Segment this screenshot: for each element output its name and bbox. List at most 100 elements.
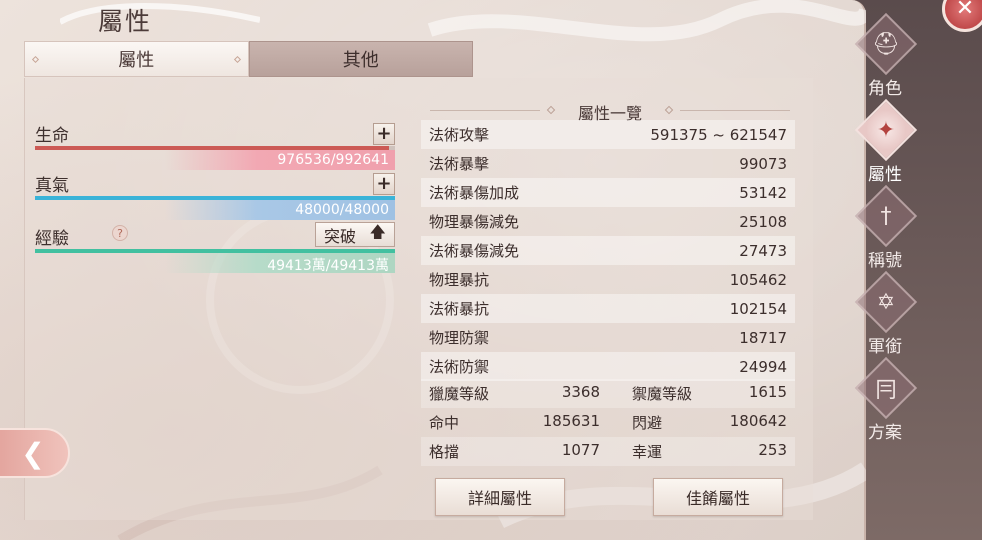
hp-label: 生命 xyxy=(35,126,69,146)
attribute-cell: 獵魔等級 3368 xyxy=(421,383,608,404)
title-ornament xyxy=(60,3,260,25)
tab-label: 其他 xyxy=(342,50,379,71)
character-panel: 屬性 屬性 其他 生命 + 976536/992641 真氣 + 48000/4… xyxy=(0,0,866,540)
attribute-value: 18717 xyxy=(739,328,787,347)
attribute-value: 102154 xyxy=(729,299,787,318)
nav-item-label: 角色 xyxy=(868,79,902,99)
attribute-row: 法術攻擊 591375 ~ 621547 xyxy=(421,120,795,149)
nav-item-label: 稱號 xyxy=(868,251,902,271)
back-button[interactable]: ❮ xyxy=(0,428,70,478)
close-icon: ✕ xyxy=(955,0,975,21)
attribute-cell: 閃避 180642 xyxy=(608,412,795,433)
xp-label: 經驗 xyxy=(35,229,69,249)
tab-other[interactable]: 其他 xyxy=(248,41,473,77)
helmet-icon: ⛑ xyxy=(872,31,900,57)
breakthrough-button[interactable]: 突破 🡅 xyxy=(315,222,395,247)
attribute-value: 105462 xyxy=(729,270,787,289)
breakthrough-label: 突破 xyxy=(324,226,357,246)
attribute-name: 法術暴傷加成 xyxy=(429,184,520,202)
up-arrow-icon: 🡅 xyxy=(369,222,386,241)
attribute-value: 253 xyxy=(758,441,787,459)
attribute-value: 1615 xyxy=(748,383,787,401)
attribute-name: 獵魔等級 xyxy=(429,385,490,403)
attribute-name: 物理防禦 xyxy=(429,329,490,347)
close-button[interactable]: ✕ xyxy=(942,0,982,32)
attribute-name: 法術暴擊 xyxy=(429,155,490,173)
header-ornament xyxy=(546,105,556,115)
tab-ornament xyxy=(31,55,40,64)
xp-value: 49413萬/49413萬 xyxy=(165,253,395,274)
attribute-row: 物理暴傷減免 25108 xyxy=(421,207,795,236)
nav-item-label: 屬性 xyxy=(868,165,902,185)
attribute-cell: 格擋 1077 xyxy=(421,441,608,462)
attribute-name: 法術攻擊 xyxy=(429,126,490,144)
detail-attributes-button[interactable]: 詳細屬性 xyxy=(435,478,565,516)
attribute-cell: 幸運 253 xyxy=(608,441,795,462)
attribute-value: 53142 xyxy=(739,183,787,202)
attribute-emblem-icon: ✦ xyxy=(876,117,896,143)
attribute-list: 法術攻擊 591375 ~ 621547 法術暴擊 99073 法術暴傷加成 53142 物… xyxy=(421,120,795,381)
cuisine-attributes-button[interactable]: 佳餚屬性 xyxy=(653,478,783,516)
hp-add-button[interactable]: + xyxy=(373,123,395,145)
tab-ornament xyxy=(233,55,241,64)
header-ornament xyxy=(664,105,674,115)
attribute-row: 物理防禦 18717 xyxy=(421,323,795,352)
rank-star-icon: ✡ xyxy=(876,289,896,315)
detail-attributes-label: 詳細屬性 xyxy=(467,489,532,508)
attribute-value: 185631 xyxy=(542,412,600,430)
attribute-name: 物理暴抗 xyxy=(429,271,490,289)
attribute-name: 格擋 xyxy=(429,443,460,461)
attribute-value: 3368 xyxy=(561,383,600,401)
attribute-value: 591375 ~ 621547 xyxy=(650,125,787,144)
attribute-name: 閃避 xyxy=(632,414,663,432)
header-divider xyxy=(430,110,540,111)
attribute-value: 24994 xyxy=(739,357,787,376)
title-sword-icon: † xyxy=(880,203,892,229)
attribute-name: 命中 xyxy=(429,414,460,432)
nav-item-0[interactable]: ⛑ 角色 xyxy=(850,12,920,102)
nav-item-4[interactable]: 冃方案 xyxy=(850,356,920,446)
attribute-cell: 禦魔等級 1615 xyxy=(608,383,795,404)
cuisine-attributes-label: 佳餚屬性 xyxy=(685,489,750,508)
attribute-name: 法術暴抗 xyxy=(429,300,490,318)
attribute-name: 法術暴傷減免 xyxy=(429,242,520,260)
mp-add-button[interactable]: + xyxy=(373,173,395,195)
mp-value: 48000/48000 xyxy=(165,200,395,220)
attribute-name: 物理暴傷減免 xyxy=(429,213,520,231)
attribute-row: 法術暴抗 102154 xyxy=(421,294,795,323)
tab-attributes[interactable]: 屬性 xyxy=(24,41,249,77)
game-screen: 屬性 屬性 其他 生命 + 976536/992641 真氣 + 48000/4… xyxy=(0,0,982,540)
attribute-name: 法術防禦 xyxy=(429,358,490,376)
question-icon[interactable]: ? xyxy=(112,225,128,241)
attribute-value: 25108 xyxy=(739,212,787,231)
attribute-value: 180642 xyxy=(729,412,787,430)
hp-value: 976536/992641 xyxy=(165,150,395,170)
attribute-value: 1077 xyxy=(561,441,600,459)
scheme-icon: 冃 xyxy=(874,378,897,403)
attribute-row: 物理暴抗 105462 xyxy=(421,265,795,294)
header-divider xyxy=(680,110,790,111)
nav-item-3[interactable]: ✡ 軍銜 xyxy=(850,270,920,360)
back-arrow-icon: ❮ xyxy=(21,436,45,470)
tab-bar: 屬性 其他 xyxy=(24,41,473,77)
attribute-value: 99073 xyxy=(739,154,787,173)
nav-item-1[interactable]: ✦ 屬性 xyxy=(850,98,920,188)
attribute-name: 禦魔等級 xyxy=(632,385,693,403)
attribute-grid-row: 格擋 1077 幸運 253 xyxy=(421,437,795,466)
attribute-name: 幸運 xyxy=(632,443,663,461)
attribute-row: 法術暴傷減免 27473 xyxy=(421,236,795,265)
tab-label: 屬性 xyxy=(118,50,155,71)
attribute-row: 法術防禦 24994 xyxy=(421,352,795,381)
attribute-cell: 命中 185631 xyxy=(421,412,608,433)
attribute-grid-row: 命中 185631 閃避 180642 xyxy=(421,408,795,437)
mp-label: 真氣 xyxy=(35,176,69,196)
attribute-grid: 獵魔等級 3368 禦魔等級 1615 命中 185631 閃避 180642 格擋 1077 幸運… xyxy=(421,379,795,466)
attribute-value: 27473 xyxy=(739,241,787,260)
nav-item-label: 方案 xyxy=(868,423,902,443)
page-title: 屬性 xyxy=(98,7,153,36)
attribute-row: 法術暴傷加成 53142 xyxy=(421,178,795,207)
nav-item-label: 軍銜 xyxy=(868,337,902,357)
attribute-row: 法術暴擊 99073 xyxy=(421,149,795,178)
attribute-grid-row: 獵魔等級 3368 禦魔等級 1615 xyxy=(421,379,795,408)
nav-item-2[interactable]: † 稱號 xyxy=(850,184,920,274)
